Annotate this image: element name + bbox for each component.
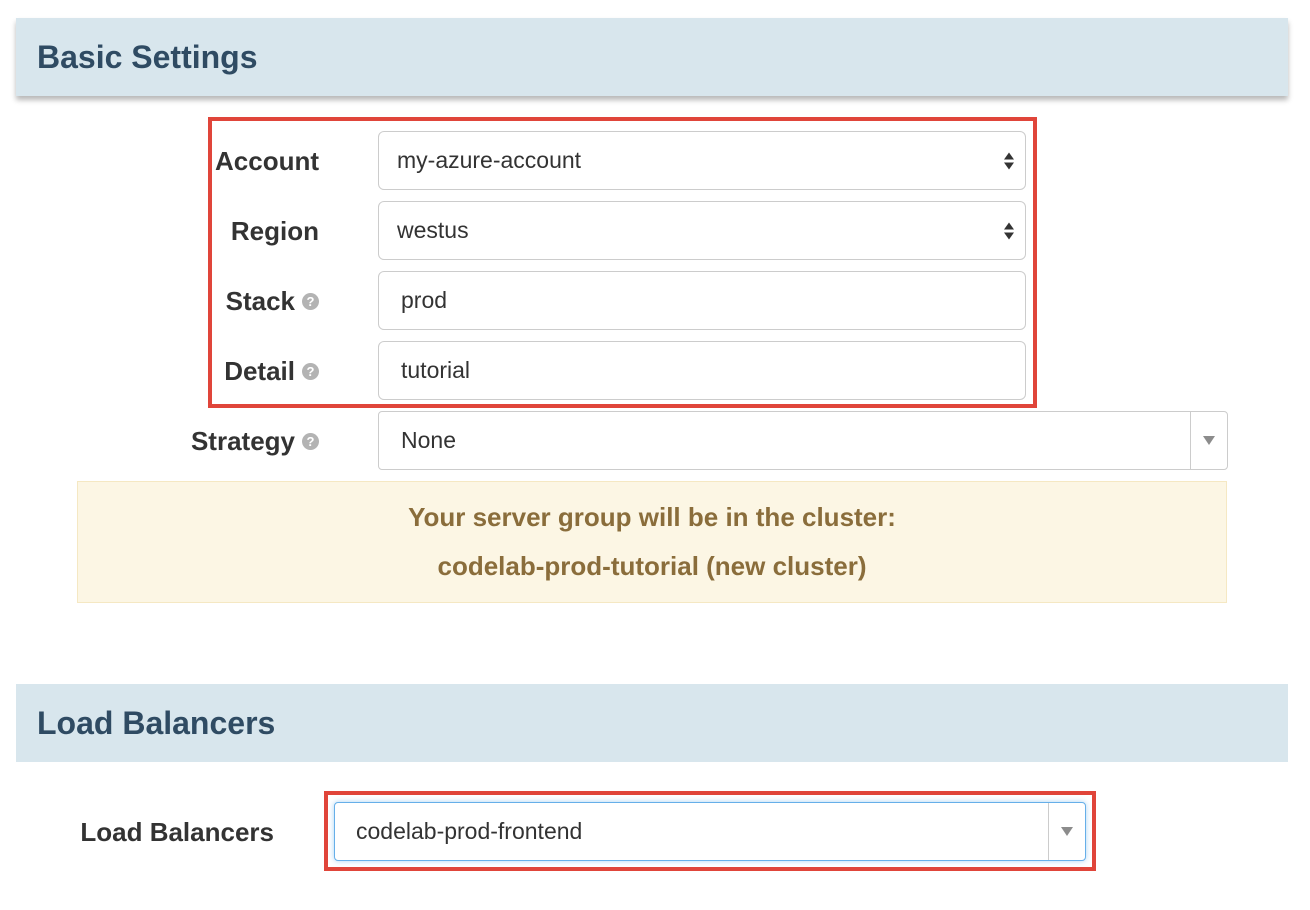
up-down-arrows-icon	[1004, 152, 1014, 169]
load-balancers-dropdown[interactable]: codelab-prod-frontend	[334, 802, 1086, 861]
account-select[interactable]: my-azure-account	[378, 131, 1026, 190]
account-label-text: Account	[215, 146, 319, 176]
basic-settings-header: Basic Settings	[16, 18, 1288, 96]
caret-down-icon	[1203, 436, 1215, 445]
region-select[interactable]: westus	[378, 201, 1026, 260]
help-circle-icon[interactable]: ?	[302, 362, 319, 380]
region-select-value: westus	[397, 217, 469, 243]
detail-input-value: tutorial	[401, 357, 471, 383]
load-balancers-dropdown-toggle[interactable]	[1048, 803, 1085, 860]
load-balancers-title: Load Balancers	[37, 704, 276, 741]
load-balancers-label: Load Balancers	[60, 803, 274, 861]
basic-settings-title: Basic Settings	[37, 38, 258, 75]
stack-label-text: Stack	[225, 286, 295, 316]
strategy-dropdown-toggle[interactable]	[1190, 412, 1227, 469]
caret-down-icon	[1061, 827, 1073, 836]
stack-input[interactable]: prod	[378, 271, 1026, 330]
strategy-dropdown-value: None	[401, 427, 456, 453]
region-label-text: Region	[230, 216, 319, 246]
detail-label-text: Detail	[224, 356, 295, 386]
detail-input[interactable]: tutorial	[378, 341, 1026, 400]
strategy-label-text: Strategy	[190, 426, 295, 456]
stack-input-value: prod	[401, 287, 448, 313]
account-label: Account	[180, 132, 319, 190]
cluster-notice-message: Your server group will be in the cluster…	[408, 502, 896, 532]
load-balancers-label-text: Load Balancers	[80, 817, 274, 847]
cluster-notice-name: codelab-prod-tutorial (new cluster)	[437, 551, 867, 581]
region-label: Region	[180, 202, 319, 260]
load-balancers-header: Load Balancers	[16, 684, 1288, 762]
stack-label: Stack ?	[180, 272, 319, 330]
strategy-dropdown[interactable]: None	[378, 411, 1228, 470]
up-down-arrows-icon	[1004, 222, 1014, 239]
cluster-notice: Your server group will be in the cluster…	[77, 481, 1227, 603]
help-circle-icon[interactable]: ?	[302, 292, 319, 310]
help-circle-icon[interactable]: ?	[302, 432, 319, 450]
load-balancers-dropdown-value: codelab-prod-frontend	[356, 818, 583, 844]
detail-label: Detail ?	[180, 342, 319, 400]
account-select-value: my-azure-account	[397, 147, 582, 173]
strategy-label: Strategy ?	[160, 412, 319, 470]
